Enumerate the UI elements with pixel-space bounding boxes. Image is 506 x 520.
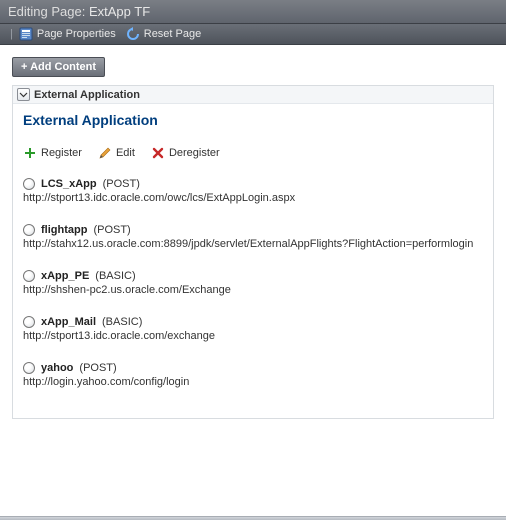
- app-item: LCS_xApp (POST) http://stport13.idc.oracl…: [23, 178, 483, 204]
- app-name: flightapp: [41, 224, 87, 236]
- app-method: (POST): [79, 362, 116, 374]
- app-url: http://shshen-pc2.us.oracle.com/Exchange: [23, 284, 483, 296]
- panel-header-label: External Application: [34, 89, 140, 101]
- deregister-label: Deregister: [169, 147, 220, 159]
- external-app-panel: External Application External Applicatio…: [12, 85, 494, 419]
- edit-label: Edit: [116, 147, 135, 159]
- app-list: LCS_xApp (POST) http://stport13.idc.oracl…: [23, 178, 483, 388]
- reset-icon: [126, 27, 140, 41]
- app-url: http://stport13.idc.oracle.com/exchange: [23, 330, 483, 342]
- app-method: (POST): [93, 224, 130, 236]
- app-radio[interactable]: [23, 362, 35, 374]
- app-item: flightapp (POST) http://stahx12.us.oracle…: [23, 224, 483, 250]
- app-radio[interactable]: [23, 224, 35, 236]
- app-item: xApp_Mail (BASIC) http://stport13.idc.ora…: [23, 316, 483, 342]
- app-name: xApp_Mail: [41, 316, 96, 328]
- reset-page-label: Reset Page: [144, 28, 201, 40]
- add-content-label: + Add Content: [21, 61, 96, 73]
- app-item: xApp_PE (BASIC) http://shshen-pc2.us.orac…: [23, 270, 483, 296]
- pencil-icon: [98, 146, 112, 160]
- app-name: LCS_xApp: [41, 178, 97, 190]
- reset-page-button[interactable]: Reset Page: [126, 27, 201, 41]
- page-properties-icon: [19, 27, 33, 41]
- panel-header: External Application: [13, 86, 493, 104]
- app-name: xApp_PE: [41, 270, 89, 282]
- panel-title: External Application: [23, 112, 483, 128]
- app-method: (BASIC): [102, 316, 142, 328]
- app-name: yahoo: [41, 362, 73, 374]
- app-url: http://login.yahoo.com/config/login: [23, 376, 483, 388]
- content-area: + Add Content External Application Exter…: [0, 45, 506, 431]
- page-properties-button[interactable]: Page Properties: [19, 27, 116, 41]
- app-radio[interactable]: [23, 316, 35, 328]
- app-radio[interactable]: [23, 270, 35, 282]
- app-radio[interactable]: [23, 178, 35, 190]
- app-method: (POST): [103, 178, 140, 190]
- editing-prefix: Editing Page:: [8, 4, 85, 19]
- app-method: (BASIC): [95, 270, 135, 282]
- register-label: Register: [41, 147, 82, 159]
- editing-title: ExtApp TF: [89, 4, 150, 19]
- add-content-button[interactable]: + Add Content: [12, 57, 105, 77]
- register-button[interactable]: Register: [23, 146, 82, 160]
- deregister-button[interactable]: Deregister: [151, 146, 220, 160]
- plus-icon: [23, 146, 37, 160]
- toolbar-separator: |: [10, 28, 13, 40]
- panel-body: External Application Register: [13, 104, 493, 418]
- editing-header: Editing Page: ExtApp TF: [0, 0, 506, 24]
- edit-button[interactable]: Edit: [98, 146, 135, 160]
- app-url: http://stport13.idc.oracle.com/owc/lcs/E…: [23, 192, 483, 204]
- action-row: Register Edit: [23, 146, 483, 160]
- x-icon: [151, 146, 165, 160]
- page-properties-label: Page Properties: [37, 28, 116, 40]
- app-item: yahoo (POST) http://login.yahoo.com/confi…: [23, 362, 483, 388]
- app-url: http://stahx12.us.oracle.com:8899/jpdk/s…: [23, 238, 483, 250]
- editing-toolbar: | Page Properties Reset Page: [0, 24, 506, 45]
- collapse-toggle[interactable]: [17, 88, 30, 101]
- footer-rule: [0, 516, 506, 520]
